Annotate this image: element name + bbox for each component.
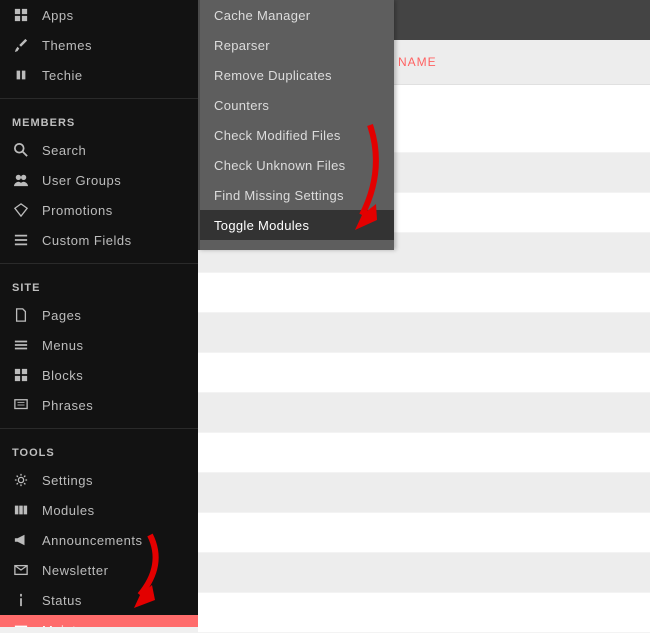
info-icon bbox=[12, 593, 30, 607]
sidebar-item-label: Search bbox=[42, 143, 86, 158]
sidebar-item-phrases[interactable]: Phrases bbox=[0, 390, 198, 420]
sidebar-item-blocks[interactable]: Blocks bbox=[0, 360, 198, 390]
sidebar-item-techie[interactable]: Techie bbox=[0, 60, 198, 90]
sidebar: Apps Themes Techie MEMBERS Search User G… bbox=[0, 0, 198, 627]
sidebar-item-newsletter[interactable]: Newsletter bbox=[0, 555, 198, 585]
submenu-counters[interactable]: Counters bbox=[200, 90, 394, 120]
column-name[interactable]: NAME bbox=[398, 55, 650, 69]
sidebar-item-status[interactable]: Status bbox=[0, 585, 198, 615]
sidebar-item-label: Apps bbox=[42, 8, 74, 23]
submenu-label: Toggle Modules bbox=[214, 218, 309, 233]
section-tools: TOOLS bbox=[0, 428, 198, 465]
table-row[interactable] bbox=[198, 393, 650, 433]
sidebar-item-menus[interactable]: Menus bbox=[0, 330, 198, 360]
sidebar-item-label: Blocks bbox=[42, 368, 83, 383]
sidebar-item-label: Techie bbox=[42, 68, 83, 83]
page-icon bbox=[12, 308, 30, 322]
sidebar-item-user-groups[interactable]: User Groups bbox=[0, 165, 198, 195]
bullhorn-icon bbox=[12, 533, 30, 547]
apps-icon bbox=[12, 8, 30, 22]
submenu-check-modified-files[interactable]: Check Modified Files bbox=[200, 120, 394, 150]
submenu-reparser[interactable]: Reparser bbox=[200, 30, 394, 60]
sidebar-item-label: Promotions bbox=[42, 203, 113, 218]
table-row[interactable] bbox=[198, 433, 650, 473]
sidebar-item-label: Pages bbox=[42, 308, 81, 323]
search-icon bbox=[12, 143, 30, 157]
sidebar-item-label: Modules bbox=[42, 503, 95, 518]
submenu-check-unknown-files[interactable]: Check Unknown Files bbox=[200, 150, 394, 180]
maintenance-icon bbox=[12, 623, 30, 627]
menu-icon bbox=[12, 338, 30, 352]
table-row[interactable] bbox=[198, 313, 650, 353]
table-row[interactable] bbox=[198, 273, 650, 313]
table-row[interactable] bbox=[198, 353, 650, 393]
table-row[interactable] bbox=[198, 513, 650, 553]
sidebar-item-apps[interactable]: Apps bbox=[0, 0, 198, 30]
sidebar-item-label: Announcements bbox=[42, 533, 142, 548]
techie-icon bbox=[12, 68, 30, 82]
sidebar-item-label: Phrases bbox=[42, 398, 93, 413]
section-members: MEMBERS bbox=[0, 98, 198, 135]
submenu-label: Remove Duplicates bbox=[214, 68, 332, 83]
sidebar-item-promotions[interactable]: Promotions bbox=[0, 195, 198, 225]
sidebar-item-label: Settings bbox=[42, 473, 93, 488]
sidebar-item-label: Newsletter bbox=[42, 563, 108, 578]
submenu-label: Check Unknown Files bbox=[214, 158, 345, 173]
submenu-remove-duplicates[interactable]: Remove Duplicates bbox=[200, 60, 394, 90]
users-icon bbox=[12, 173, 30, 187]
sidebar-item-label: Custom Fields bbox=[42, 233, 132, 248]
table-row[interactable] bbox=[198, 593, 650, 633]
table-row[interactable] bbox=[198, 553, 650, 593]
sidebar-item-search[interactable]: Search bbox=[0, 135, 198, 165]
newsletter-icon bbox=[12, 563, 30, 577]
phrases-icon bbox=[12, 398, 30, 412]
maintenance-submenu: Cache Manager Reparser Remove Duplicates… bbox=[198, 0, 394, 250]
gear-icon bbox=[12, 473, 30, 487]
sidebar-item-label: Maintenance bbox=[42, 623, 122, 628]
sidebar-item-label: Themes bbox=[42, 38, 92, 53]
sidebar-item-maintenance[interactable]: Maintenance bbox=[0, 615, 198, 627]
table-row[interactable] bbox=[198, 473, 650, 513]
blocks-icon bbox=[12, 368, 30, 382]
sidebar-item-themes[interactable]: Themes bbox=[0, 30, 198, 60]
brush-icon bbox=[12, 38, 30, 52]
list-icon bbox=[12, 233, 30, 247]
submenu-label: Cache Manager bbox=[214, 8, 310, 23]
modules-icon bbox=[12, 503, 30, 517]
section-site: SITE bbox=[0, 263, 198, 300]
sidebar-item-pages[interactable]: Pages bbox=[0, 300, 198, 330]
sidebar-item-label: Menus bbox=[42, 338, 84, 353]
sidebar-item-announcements[interactable]: Announcements bbox=[0, 525, 198, 555]
submenu-toggle-modules[interactable]: Toggle Modules bbox=[200, 210, 394, 240]
submenu-find-missing-settings[interactable]: Find Missing Settings bbox=[200, 180, 394, 210]
sidebar-item-label: Status bbox=[42, 593, 82, 608]
sidebar-item-custom-fields[interactable]: Custom Fields bbox=[0, 225, 198, 255]
sidebar-item-label: User Groups bbox=[42, 173, 121, 188]
diamond-icon bbox=[12, 203, 30, 217]
submenu-label: Find Missing Settings bbox=[214, 188, 344, 203]
submenu-cache-manager[interactable]: Cache Manager bbox=[200, 0, 394, 30]
sidebar-item-settings[interactable]: Settings bbox=[0, 465, 198, 495]
submenu-label: Reparser bbox=[214, 38, 270, 53]
submenu-label: Counters bbox=[214, 98, 269, 113]
submenu-label: Check Modified Files bbox=[214, 128, 341, 143]
sidebar-item-modules[interactable]: Modules bbox=[0, 495, 198, 525]
